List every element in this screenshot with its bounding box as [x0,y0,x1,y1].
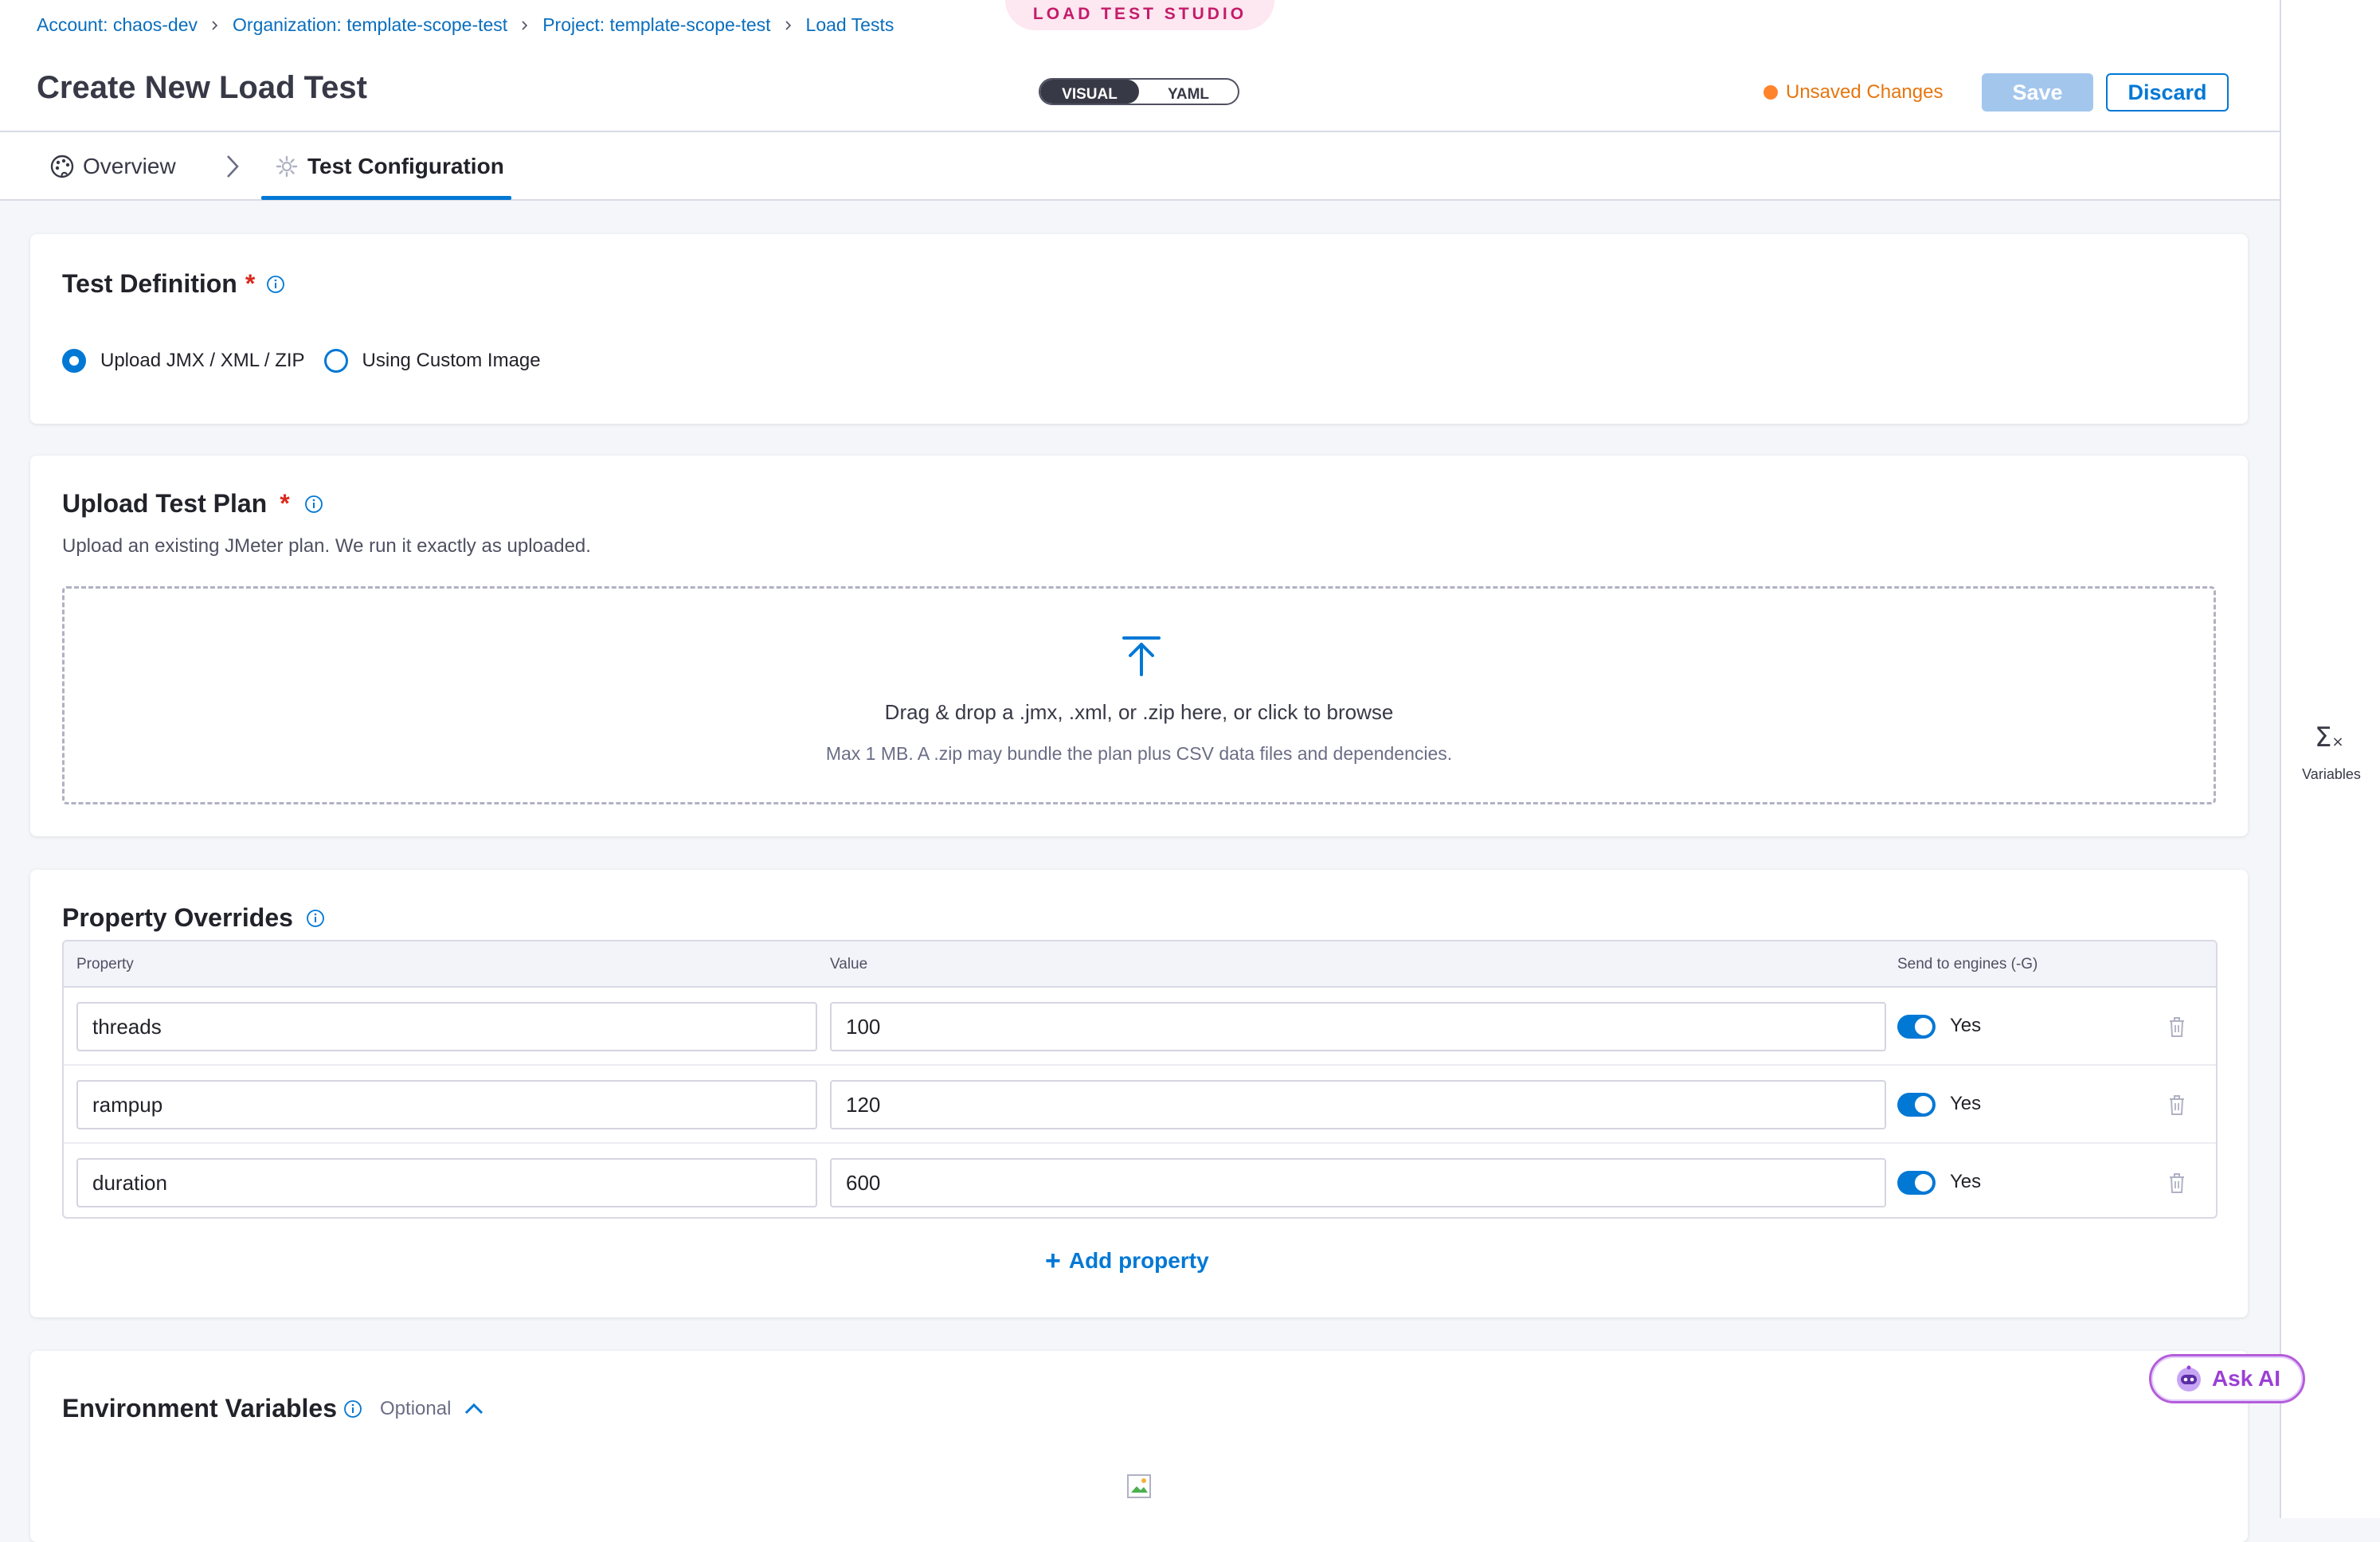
required-asterisk: * [280,489,290,518]
send-to-engines-label: Yes [1950,1171,1982,1192]
environment-variables-label: Environment Variables [62,1394,338,1423]
table-header: Property Value Send to engines (-G) [64,941,2216,988]
mode-yaml[interactable]: YAML [1139,80,1238,104]
property-value-input[interactable]: 100 [830,1002,1886,1051]
right-rail: Σ× Variables [2280,0,2380,1518]
ask-ai-button[interactable]: Ask AI [2149,1354,2305,1403]
environment-variables-card: Environment Variables Optional [30,1351,2248,1542]
breadcrumb: Account: chaos-dev Organization: templat… [37,14,894,36]
send-to-engines-toggle[interactable] [1897,1171,1936,1195]
send-to-engines-label: Yes [1950,1015,1982,1036]
chevron-right-icon [210,20,220,30]
discard-button[interactable]: Discard [2106,73,2229,112]
radio-upload-jmx[interactable] [62,349,86,373]
visual-yaml-toggle[interactable]: VISUAL YAML [1039,78,1239,105]
test-definition-title: Test Definition * [62,269,285,299]
unsaved-changes-indicator: Unsaved Changes [1763,81,1943,104]
palette-icon [49,154,75,179]
test-definition-options: Upload JMX / XML / ZIP Using Custom Imag… [62,349,560,373]
send-to-engines-toggle[interactable] [1897,1015,1936,1039]
environment-variables-header[interactable]: Environment Variables Optional [62,1394,484,1423]
property-overrides-table: Property Value Send to engines (-G) thre… [62,940,2218,1219]
upload-test-plan-label: Upload Test Plan [62,489,268,518]
page-title: Create New Load Test [37,70,367,105]
trash-icon[interactable] [2167,1015,2187,1039]
info-icon[interactable] [343,1399,362,1419]
mode-visual[interactable]: VISUAL [1040,80,1139,104]
dropzone-hint: Max 1 MB. A .zip may bundle the plan plu… [825,743,1453,764]
ai-bot-icon [2174,1364,2204,1394]
add-property-button[interactable]: + Add property [1045,1247,1209,1274]
dropzone-text: Drag & drop a .jmx, .xml, or .zip here, … [884,700,1394,724]
upload-test-plan-card: Upload Test Plan * Upload an existing JM… [30,456,2248,836]
property-name-input[interactable]: duration [76,1158,817,1207]
file-dropzone[interactable]: Drag & drop a .jmx, .xml, or .zip here, … [62,586,2216,804]
send-to-engines-toggle[interactable] [1897,1093,1936,1117]
upload-icon [1121,635,1162,678]
table-row: threads 100 Yes [64,988,2216,1066]
add-property-label: Add property [1068,1248,1209,1273]
breadcrumb-organization[interactable]: Organization: template-scope-test [233,14,507,36]
table-row: duration 600 Yes [64,1144,2216,1217]
chevron-right-icon [784,20,793,30]
gear-icon [274,154,299,179]
property-overrides-card: Property Overrides Property Value Send t… [30,870,2248,1317]
info-icon[interactable] [306,909,325,928]
variables-icon[interactable]: Σ× [2315,722,2344,753]
test-definition-card: Test Definition * Upload JMX / XML / ZIP… [30,234,2248,424]
tab-overview[interactable]: Overview [49,132,176,201]
chevron-right-icon [223,153,242,180]
breadcrumb-project[interactable]: Project: template-scope-test [542,14,770,36]
test-definition-label: Test Definition [62,269,237,298]
radio-custom-image[interactable] [323,349,348,373]
property-value-input[interactable]: 120 [830,1080,1886,1129]
property-value-input[interactable]: 600 [830,1158,1886,1207]
breadcrumb-account[interactable]: Account: chaos-dev [37,14,198,36]
chevron-right-icon [520,20,530,30]
variables-label[interactable]: Variables [2281,766,2380,783]
trash-icon[interactable] [2167,1093,2187,1117]
tab-test-configuration[interactable]: Test Configuration [274,132,504,201]
unsaved-dot-icon [1763,85,1778,100]
radio-upload-jmx-label[interactable]: Upload JMX / XML / ZIP [100,350,305,372]
breadcrumb-load-tests[interactable]: Load Tests [806,14,894,36]
save-button[interactable]: Save [1982,73,2093,112]
page-header: Account: chaos-dev Organization: templat… [0,0,2280,132]
property-name-input[interactable]: threads [76,1002,817,1051]
ask-ai-label: Ask AI [2211,1366,2281,1391]
column-header-send: Send to engines (-G) [1897,956,2038,973]
tab-overview-label: Overview [83,154,176,178]
property-name-input[interactable]: rampup [76,1080,817,1129]
plus-icon: + [1045,1246,1061,1276]
tab-config-label: Test Configuration [307,154,504,178]
active-tab-indicator [261,196,511,200]
step-tabs: Overview Test Configuration [0,132,2280,201]
upload-test-plan-subtitle: Upload an existing JMeter plan. We run i… [62,535,591,557]
send-to-engines-label: Yes [1950,1093,1982,1114]
required-asterisk: * [245,269,256,298]
column-header-property: Property [76,956,134,973]
column-header-value: Value [830,956,868,973]
table-row: rampup 120 Yes [64,1066,2216,1144]
property-overrides-title: Property Overrides [62,903,325,933]
radio-custom-image-label[interactable]: Using Custom Image [362,350,541,372]
optional-label: Optional [380,1397,452,1419]
property-overrides-label: Property Overrides [62,903,293,932]
broken-image-icon [1126,1474,1153,1501]
studio-tag: LOAD TEST STUDIO [1005,0,1274,30]
info-icon[interactable] [266,275,285,294]
unsaved-label: Unsaved Changes [1786,81,1944,103]
trash-icon[interactable] [2167,1171,2187,1195]
chevron-up-icon[interactable] [464,1403,484,1415]
info-icon[interactable] [304,495,323,514]
upload-test-plan-title: Upload Test Plan * [62,489,323,519]
